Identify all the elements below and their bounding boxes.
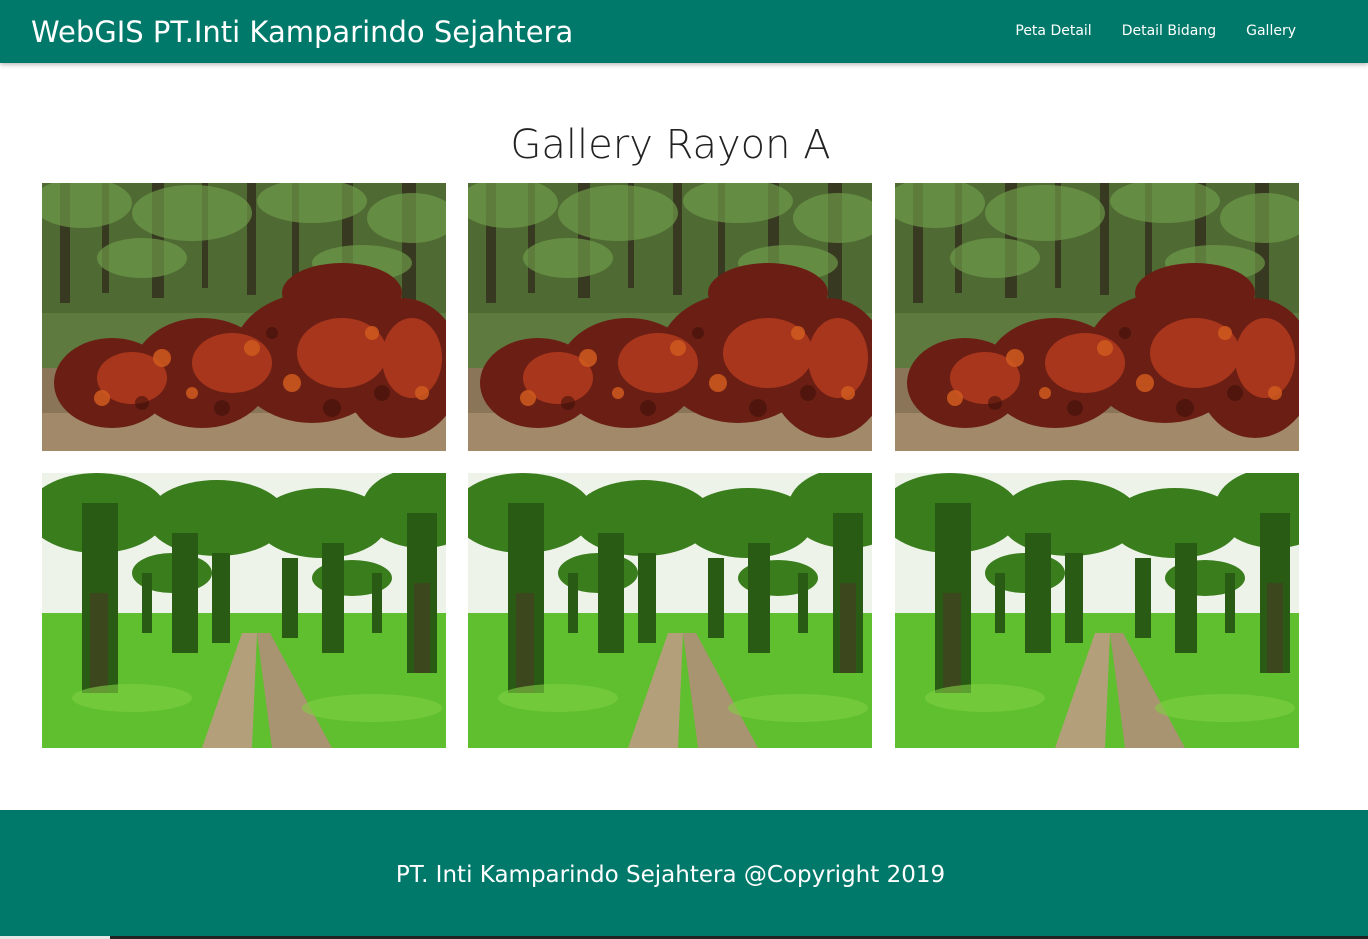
nav-link-peta-detail[interactable]: Peta Detail <box>1015 21 1091 41</box>
footer-copyright: PT. Inti Kamparindo Sejahtera @Copyright… <box>395 862 946 888</box>
gallery-photo-palm-fruit-2[interactable] <box>468 183 872 451</box>
gallery-photo-palm-fruit-3[interactable] <box>895 183 1299 451</box>
palm-fruit-image <box>468 183 872 451</box>
gallery-title: Gallery Rayon A <box>510 122 831 168</box>
page-footer: PT. Inti Kamparindo Sejahtera @Copyright… <box>0 810 1368 936</box>
gallery-photo-palm-fruit-1[interactable] <box>42 183 446 451</box>
nav-link-gallery[interactable]: Gallery <box>1246 21 1296 41</box>
palm-plantation-image <box>895 473 1299 748</box>
nav-links: Peta Detail Detail Bidang Gallery <box>1015 21 1296 41</box>
gallery-photo-plantation-2[interactable] <box>468 473 872 748</box>
top-navbar: WebGIS PT.Inti Kamparindo Sejahtera Peta… <box>0 0 1368 63</box>
palm-plantation-image <box>42 473 446 748</box>
palm-fruit-image <box>42 183 446 451</box>
brand-title[interactable]: WebGIS PT.Inti Kamparindo Sejahtera <box>31 13 573 51</box>
nav-link-detail-bidang[interactable]: Detail Bidang <box>1122 21 1216 41</box>
gallery-photo-plantation-1[interactable] <box>42 473 446 748</box>
palm-plantation-image <box>468 473 872 748</box>
gallery-photo-plantation-3[interactable] <box>895 473 1299 748</box>
palm-fruit-image <box>895 183 1299 451</box>
